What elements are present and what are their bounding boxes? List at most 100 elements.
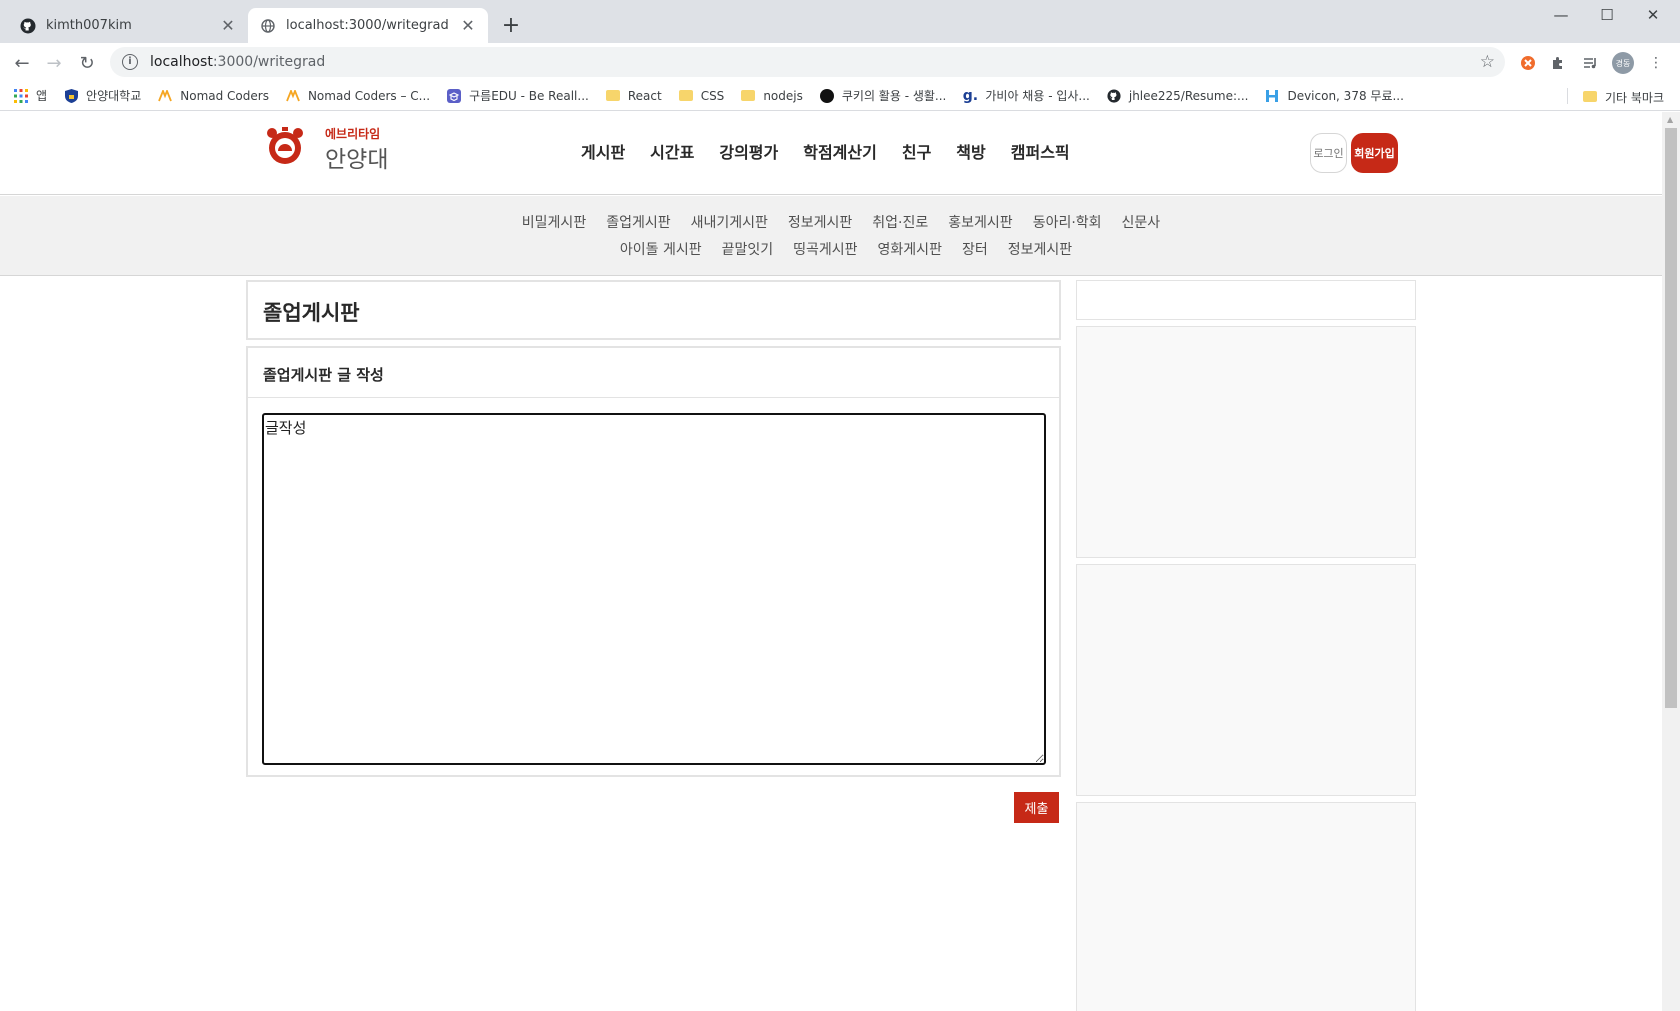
bookmark-label: 안양대학교 — [86, 89, 142, 103]
signup-button[interactable]: 회원가입 — [1351, 133, 1398, 173]
back-button[interactable]: ← — [10, 51, 34, 75]
bookmark-item[interactable]: 구름EDU - Be Reall... — [447, 87, 589, 104]
submit-button[interactable]: 제출 — [1014, 792, 1059, 823]
nav-bookstore[interactable]: 책방 — [956, 139, 985, 163]
reload-button[interactable]: ↻ — [75, 51, 99, 75]
nomad-icon — [158, 89, 173, 103]
folder-icon — [605, 89, 620, 103]
apps-grid-icon — [14, 88, 28, 103]
nav-board[interactable]: 게시판 — [581, 139, 625, 163]
nav-grade-calculator[interactable]: 학점계산기 — [803, 139, 877, 163]
subnav-item[interactable]: 끝말잇기 — [722, 239, 774, 259]
url-host: localhost — [150, 54, 213, 70]
subnav-item[interactable]: 띵곡게시판 — [793, 239, 857, 259]
bookmark-label: 구름EDU - Be Reall... — [469, 89, 589, 103]
folder-icon — [741, 89, 756, 103]
subnav-item[interactable]: 동아리·학회 — [1033, 212, 1102, 232]
bookmark-folder[interactable]: nodejs — [741, 89, 803, 103]
subnav-item[interactable]: 새내기게시판 — [691, 212, 768, 232]
bookmark-label: 쿠키의 활용 - 생활... — [841, 89, 947, 103]
nomad-icon — [286, 89, 300, 103]
bookmark-item[interactable]: Devicon, 378 무료... — [1265, 87, 1404, 104]
tab-close-icon[interactable]: ✕ — [460, 16, 476, 35]
bookmarks-bar: 앱 안양대학교 Nomad Coders Nomad Coders – C...… — [0, 81, 1680, 111]
subnav-item[interactable]: 홍보게시판 — [948, 212, 1012, 232]
bookmark-item[interactable]: 앱 — [14, 87, 47, 104]
board-title-box: 졸업게시판 — [246, 280, 1061, 340]
page-scrollbar[interactable]: ▲ — [1662, 112, 1680, 1011]
github-icon — [1107, 88, 1121, 103]
gabia-icon: g. — [962, 87, 979, 104]
bookmark-label: React — [627, 88, 662, 103]
tab-title: kimth007kim — [46, 18, 132, 33]
board-subnav: 비밀게시판 졸업게시판 새내기게시판 정보게시판 취업·진로 홍보게시판 동아리… — [0, 196, 1662, 276]
bookmark-item[interactable]: Nomad Coders – C... — [286, 89, 430, 103]
tab-close-icon[interactable]: ✕ — [220, 16, 236, 35]
other-bookmarks[interactable]: 기타 북마크 — [1582, 89, 1664, 106]
site-header: 에브리타임 안양대 게시판 시간표 강의평가 학점계산기 친구 책방 캠퍼스픽 … — [0, 112, 1662, 195]
bookmark-label: jhlee225/Resume:... — [1128, 88, 1249, 103]
write-form-header: 졸업게시판 글 작성 — [248, 348, 1059, 398]
tab-writegrad[interactable]: localhost:3000/writegrad ✕ — [248, 8, 488, 43]
url-path: :3000/writegrad — [212, 54, 326, 70]
subnav-item[interactable]: 비밀게시판 — [522, 212, 586, 232]
site-info-icon[interactable]: i — [122, 54, 138, 70]
subnav-row: 아이돌 게시판 끝말잇기 띵곡게시판 영화게시판 장터 정보게시판 — [0, 239, 1662, 259]
maximize-button[interactable]: ☐ — [1584, 0, 1630, 30]
logo-school-name[interactable]: 안양대 — [325, 140, 388, 174]
bookmark-folder[interactable]: CSS — [678, 88, 725, 103]
nav-campus-pick[interactable]: 캠퍼스픽 — [1011, 139, 1070, 163]
subnav-item[interactable]: 신문사 — [1122, 212, 1161, 232]
folder-icon — [1582, 90, 1597, 105]
alarm-clock-logo-icon[interactable] — [264, 125, 306, 165]
media-queue-icon[interactable] — [1580, 53, 1600, 73]
bookmark-item[interactable]: jhlee225/Resume:... — [1107, 88, 1249, 103]
extension-orange-icon[interactable] — [1518, 53, 1538, 73]
bookmark-item[interactable]: 안양대학교 — [64, 87, 141, 104]
subnav-item[interactable]: 정보게시판 — [1008, 239, 1072, 259]
globe-icon — [260, 18, 276, 34]
subnav-item[interactable]: 정보게시판 — [788, 212, 852, 232]
subnav-item[interactable]: 영화게시판 — [878, 239, 942, 259]
page-viewport: 에브리타임 안양대 게시판 시간표 강의평가 학점계산기 친구 책방 캠퍼스픽 … — [0, 112, 1662, 1011]
goorm-icon — [447, 88, 462, 103]
subnav-item[interactable]: 졸업게시판 — [606, 212, 670, 232]
bookmark-item[interactable]: g. 가비아 채용 - 입사... — [963, 87, 1090, 104]
bookmark-label: 가비아 채용 - 입사... — [985, 89, 1090, 103]
github-icon — [20, 18, 36, 34]
side-search-box — [1076, 280, 1416, 320]
post-content-textarea[interactable] — [262, 413, 1046, 765]
bookmark-label: Devicon, 378 무료... — [1287, 89, 1404, 103]
minimize-button[interactable]: — — [1538, 0, 1584, 30]
window-close-button[interactable]: ✕ — [1630, 0, 1676, 30]
bookmark-item[interactable]: Nomad Coders — [158, 89, 269, 103]
dot-icon — [819, 88, 834, 103]
new-tab-button[interactable]: + — [498, 13, 524, 39]
bookmark-star-icon[interactable]: ☆ — [1480, 52, 1495, 72]
other-bookmarks-label: 기타 북마크 — [1604, 91, 1664, 105]
subnav-item[interactable]: 장터 — [962, 239, 988, 259]
nav-lecture-review[interactable]: 강의평가 — [719, 139, 778, 163]
scrollbar-thumb[interactable] — [1665, 128, 1677, 708]
devicon-icon — [1265, 89, 1279, 103]
subnav-item[interactable]: 취업·진로 — [872, 212, 928, 232]
write-form-title: 졸업게시판 글 작성 — [263, 366, 384, 384]
bookmark-item[interactable]: 쿠키의 활용 - 생활... — [819, 87, 947, 104]
menu-kebab-icon[interactable]: ⋮ — [1646, 53, 1666, 73]
tab-github[interactable]: kimth007kim ✕ — [8, 8, 248, 43]
bookmark-label: CSS — [700, 88, 725, 103]
nav-friends[interactable]: 친구 — [902, 139, 931, 163]
nav-timetable[interactable]: 시간표 — [650, 139, 694, 163]
side-card — [1076, 564, 1416, 796]
scroll-up-icon[interactable]: ▲ — [1667, 115, 1673, 124]
profile-avatar[interactable]: 경동 — [1612, 52, 1634, 74]
bookmark-label: Nomad Coders – C... — [307, 88, 431, 103]
bookmark-folder[interactable]: React — [605, 88, 662, 103]
page-title: 졸업게시판 — [263, 301, 360, 325]
subnav-row: 비밀게시판 졸업게시판 새내기게시판 정보게시판 취업·진로 홍보게시판 동아리… — [0, 212, 1662, 232]
extensions-puzzle-icon[interactable] — [1548, 53, 1568, 73]
subnav-item[interactable]: 아이돌 게시판 — [620, 239, 702, 259]
forward-button[interactable]: → — [42, 51, 66, 75]
login-button[interactable]: 로그인 — [1310, 133, 1347, 173]
url-input[interactable]: i localhost:3000/writegrad ☆ — [110, 47, 1505, 77]
